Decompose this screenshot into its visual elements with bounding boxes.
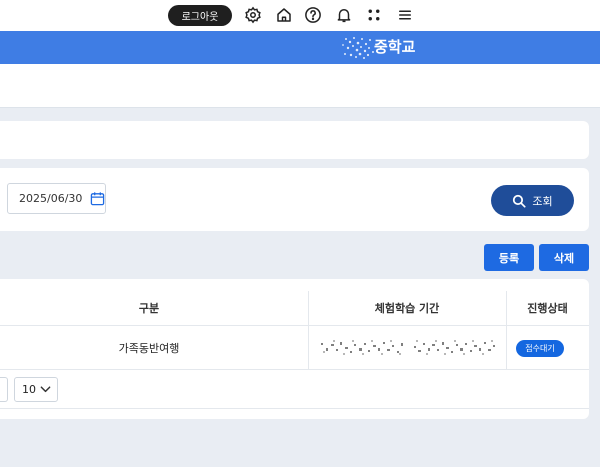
table-row-period-cell [308, 326, 506, 369]
chevron-down-icon [40, 386, 51, 393]
search-button[interactable]: 조회 [491, 185, 574, 216]
school-banner: 중학교 [0, 31, 600, 64]
calendar-icon[interactable] [90, 191, 105, 206]
search-button-label: 조회 [532, 194, 553, 208]
apps-icon[interactable] [364, 5, 384, 25]
info-panel [0, 121, 589, 159]
page-subheader [0, 64, 600, 108]
bell-icon[interactable] [334, 5, 354, 25]
logout-button[interactable]: 로그아웃 [168, 5, 232, 26]
end-date-field[interactable]: 2025/06/30 [7, 183, 106, 214]
school-name: 중학교 [374, 38, 416, 56]
footer-divider [0, 408, 589, 409]
school-logo-icon [342, 37, 374, 59]
page-size-value: 10 [22, 383, 36, 396]
search-icon [513, 194, 526, 208]
column-header-type: 구분 [138, 302, 160, 315]
column-header-period: 체험학습 기간 [374, 302, 440, 315]
gear-icon[interactable] [243, 5, 263, 25]
register-button[interactable]: 등록 [484, 244, 534, 271]
redacted-period-value [321, 339, 495, 355]
row-divider [0, 369, 589, 370]
pagination-prev[interactable] [0, 377, 8, 402]
page-size-select[interactable]: 10 [14, 377, 58, 402]
help-icon[interactable] [303, 5, 323, 25]
column-header-status: 진행상태 [527, 302, 568, 315]
table-row-type-cell[interactable]: 가족동반여행 [0, 326, 308, 369]
end-date-value: 2025/06/30 [19, 192, 83, 205]
results-table-panel: 구분 체험학습 기간 진행상태 가족동반여행 접수대기 10 [0, 279, 589, 419]
home-icon[interactable] [274, 5, 294, 25]
search-filter-panel: 2025/06/30 조회 [0, 168, 589, 231]
delete-button[interactable]: 삭제 [539, 244, 589, 271]
status-badge: 접수대기 [516, 340, 564, 357]
column-divider [506, 291, 507, 369]
top-utility-bar: 로그아웃 [0, 0, 600, 31]
menu-icon[interactable] [395, 5, 415, 25]
